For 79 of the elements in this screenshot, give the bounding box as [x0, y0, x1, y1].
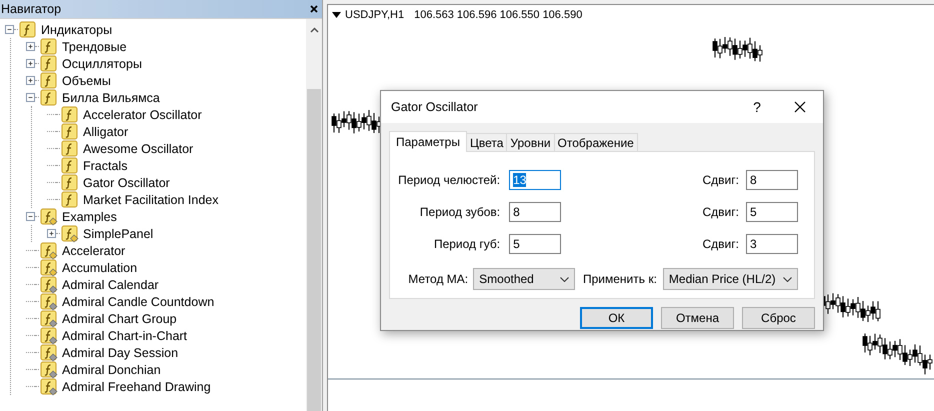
tree-item[interactable]: Awesome Oscillator [83, 142, 194, 156]
tree-item[interactable]: Market Facilitation Index [83, 192, 218, 206]
tree-item[interactable]: Accelerator [62, 244, 126, 258]
indicator-icon [40, 258, 58, 276]
chart-prices: 106.563 106.596 106.550 106.590 [414, 9, 582, 21]
tree-item[interactable]: Admiral Candle Countdown [62, 294, 214, 308]
tree-item[interactable]: Admiral Freehand Drawing [62, 380, 211, 394]
indicator-icon [61, 174, 79, 192]
field-label: Применить к: [583, 272, 657, 286]
indicator-icon [61, 190, 79, 208]
help-button[interactable]: ? [737, 91, 777, 123]
field-label: Сдвиг: [702, 173, 739, 187]
tree-item[interactable]: Accumulation [62, 260, 138, 274]
tab[interactable]: Параметры [389, 131, 467, 152]
indicator-icon [61, 156, 79, 174]
collapse-toggle-icon[interactable] [26, 93, 35, 102]
tree-item[interactable]: Examples [62, 210, 117, 224]
number-field[interactable]: 3 [746, 234, 798, 254]
indicator-icon [19, 20, 37, 38]
dialog-button[interactable]: Отмена [661, 307, 734, 329]
number-field[interactable]: 5 [509, 234, 562, 254]
tree-item[interactable]: Осцилляторы [62, 56, 142, 70]
dropdown-icon[interactable] [332, 12, 341, 18]
scrollbar[interactable] [306, 19, 322, 411]
expand-toggle-icon[interactable] [26, 59, 35, 68]
scroll-up-icon[interactable] [310, 27, 318, 33]
tree-item[interactable]: Admiral Donchian [62, 362, 161, 376]
indicator-icon [61, 224, 79, 242]
tree-item[interactable]: Трендовые [62, 40, 127, 54]
tab[interactable]: Отображение [554, 133, 638, 151]
tree-item[interactable]: Admiral Calendar [62, 278, 159, 292]
field-label: Сдвиг: [702, 237, 739, 251]
number-field[interactable]: 13 [509, 170, 562, 190]
indicator-icon [40, 242, 58, 260]
tree-item[interactable]: Индикаторы [41, 22, 112, 36]
indicator-icon [40, 88, 58, 106]
indicator-icon [40, 72, 58, 90]
tree-item[interactable]: Admiral Day Session [62, 346, 178, 360]
indicator-icon [40, 38, 58, 56]
field-label: Период зубов: [418, 205, 500, 219]
indicator-icon [61, 106, 79, 124]
field-label: Метод МА: [407, 272, 468, 286]
indicator-icon [40, 54, 58, 72]
number-field[interactable]: 8 [509, 202, 562, 222]
indicator-icon [61, 140, 79, 158]
indicator-icon [61, 122, 79, 140]
tab[interactable]: Уровни [506, 133, 555, 151]
tree-item[interactable]: Объемы [62, 74, 111, 88]
close-icon [794, 101, 806, 113]
expand-toggle-icon[interactable] [26, 76, 35, 85]
number-field[interactable]: 8 [746, 170, 798, 190]
dialog-title: Gator Oscillator [391, 100, 479, 114]
tab[interactable]: Цвета [466, 133, 508, 151]
caret-icon [783, 276, 792, 282]
number-field[interactable]: 5 [746, 202, 798, 222]
dialog-button[interactable]: ОК [580, 307, 653, 329]
tree-item[interactable]: Alligator [83, 124, 128, 138]
field-label: Сдвиг: [702, 205, 739, 219]
tree-item[interactable]: Admiral Chart-in-Chart [62, 328, 188, 342]
collapse-toggle-icon[interactable] [26, 212, 35, 221]
dropdown[interactable]: Median Price (HL/2) [662, 268, 798, 290]
tree-item[interactable]: Билла Вильямса [62, 90, 160, 104]
tree-item[interactable]: Gator Oscillator [83, 176, 170, 190]
tree-item[interactable]: Admiral Chart Group [62, 312, 177, 326]
field-label: Период челюстей: [397, 173, 500, 187]
panel-title: Навигатор [1, 2, 62, 16]
expand-toggle-icon[interactable] [47, 229, 56, 238]
indicator-icon [40, 208, 58, 226]
caret-icon [560, 276, 569, 282]
collapse-toggle-icon[interactable] [5, 25, 14, 34]
dialog-button[interactable]: Сброс [742, 307, 815, 329]
close-icon[interactable] [310, 5, 318, 13]
tree-item[interactable]: Fractals [83, 158, 128, 172]
chart-symbol: USDJPY,H1 [345, 9, 404, 21]
expand-toggle-icon[interactable] [26, 42, 35, 51]
tree-item[interactable]: Accelerator Oscillator [83, 108, 202, 122]
dropdown[interactable]: Smoothed [473, 268, 575, 290]
tree-item[interactable]: SimplePanel [83, 226, 154, 240]
field-label: Период губ: [432, 237, 500, 251]
